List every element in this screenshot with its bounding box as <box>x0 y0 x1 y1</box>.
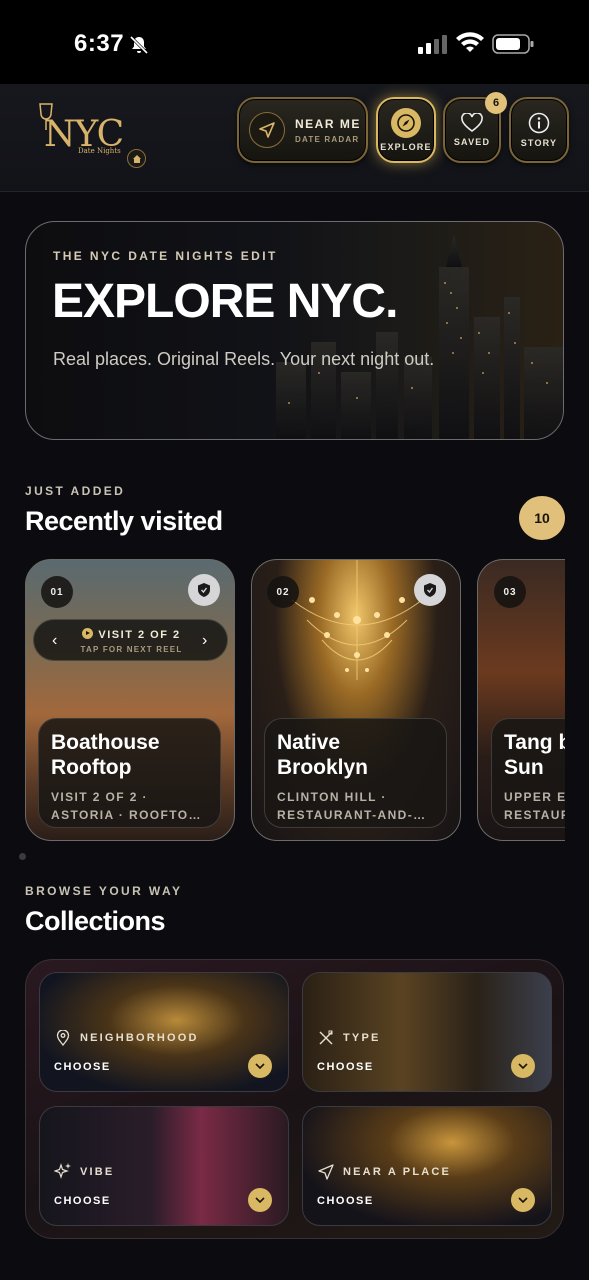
tile-action: CHOOSE <box>317 1061 374 1073</box>
navigation-icon <box>318 1164 334 1180</box>
tile-action: CHOOSE <box>317 1195 374 1207</box>
tile-action: CHOOSE <box>54 1061 111 1073</box>
battery-icon <box>492 34 534 54</box>
card-title: Tang b Sun <box>504 730 565 780</box>
card-meta: VISIT 2 OF 2 · ASTORIA · ROOFTO… <box>51 788 202 824</box>
card-title: Boathouse Rooftop <box>51 730 160 780</box>
chevron-down-icon[interactable] <box>248 1054 272 1078</box>
home-icon <box>132 154 141 163</box>
status-time: 6:37 <box>74 30 125 57</box>
card-meta-line1: CLINTON HILL · <box>277 790 387 804</box>
hero-title: EXPLORE NYC. <box>52 275 398 328</box>
collection-tile-type[interactable]: TYPE CHOOSE <box>302 972 552 1092</box>
card-meta-line2: ASTORIA · ROOFTO… <box>51 808 202 822</box>
shield-check-icon <box>198 583 210 597</box>
home-button[interactable] <box>127 149 146 168</box>
collections-title: Collections <box>25 906 166 936</box>
card-meta: CLINTON HILL · RESTAURANT-AND-… <box>277 788 427 824</box>
card-info-panel: Native Brooklyn CLINTON HILL · RESTAURAN… <box>264 718 447 828</box>
card-title-line1: Tang b <box>504 731 565 754</box>
card-meta: UPPER E RESTAUR <box>504 788 565 824</box>
story-button[interactable]: STORY <box>509 97 569 163</box>
card-title-line2: Sun <box>504 756 544 779</box>
shield-check-icon <box>424 583 436 597</box>
visit-pill-hint: TAP FOR NEXT REEL <box>80 645 183 654</box>
explore-button[interactable]: EXPLORE <box>376 97 436 163</box>
pin-icon <box>56 1030 70 1046</box>
near-me-icon-circle <box>249 112 285 148</box>
card-meta-line1: VISIT 2 OF 2 · <box>51 790 148 804</box>
place-card-tang-sun[interactable]: 03 Tang b Sun UPPER E RESTAUR <box>477 559 565 841</box>
card-number: 03 <box>494 576 526 608</box>
signal-icon <box>418 35 447 54</box>
card-meta-line2: RESTAURANT-AND-… <box>277 808 427 822</box>
card-title-line1: Native <box>277 731 341 754</box>
near-me-title: NEAR ME <box>295 116 361 131</box>
utensils-icon <box>319 1030 333 1045</box>
card-title-line2: Brooklyn <box>277 756 369 779</box>
logo-subtitle: Date Nights <box>78 147 121 155</box>
collection-tile-neighborhood[interactable]: NEIGHBORHOOD CHOOSE <box>39 972 289 1092</box>
hero-kicker: THE NYC DATE NIGHTS EDIT <box>53 249 278 263</box>
saved-label: SAVED <box>453 137 491 147</box>
visit-pill-label: VISIT 2 OF 2 <box>98 629 181 641</box>
saved-count-badge: 6 <box>485 92 507 114</box>
info-icon <box>528 112 550 134</box>
collections-kicker: BROWSE YOUR WAY <box>25 884 183 898</box>
carousel-indicator <box>19 853 26 860</box>
heart-icon <box>461 113 483 132</box>
compass-icon <box>397 114 415 132</box>
card-meta-line1: UPPER E <box>504 790 565 804</box>
near-me-subtitle: DATE RADAR <box>295 134 360 144</box>
tile-label: TYPE <box>343 1032 381 1044</box>
card-title: Native Brooklyn <box>277 730 368 780</box>
card-number: 01 <box>41 576 73 608</box>
chevron-right-icon[interactable]: › <box>202 632 207 650</box>
chevron-down-icon[interactable] <box>248 1188 272 1212</box>
card-info-panel: Boathouse Rooftop VISIT 2 OF 2 · ASTORIA… <box>38 718 221 828</box>
card-title-line2: Rooftop <box>51 756 132 779</box>
bell-muted-icon <box>129 35 149 55</box>
chevron-down-icon[interactable] <box>511 1054 535 1078</box>
collection-tile-near-a-place[interactable]: NEAR A PLACE CHOOSE <box>302 1106 552 1226</box>
play-icon <box>82 628 94 639</box>
tile-label: NEAR A PLACE <box>343 1166 452 1178</box>
visit-pill-row: VISIT 2 OF 2 <box>34 628 229 641</box>
chevron-down-icon[interactable] <box>511 1188 535 1212</box>
card-number: 02 <box>267 576 299 608</box>
recent-title: Recently visited <box>25 506 223 536</box>
hero-subtitle: Real places. Original Reels. Your next n… <box>53 349 435 369</box>
collection-tile-vibe[interactable]: VIBE CHOOSE <box>39 1106 289 1226</box>
card-title-line1: Boathouse <box>51 731 160 754</box>
verified-button[interactable] <box>414 574 446 606</box>
card-meta-line2: RESTAUR <box>504 808 565 822</box>
tile-action: CHOOSE <box>54 1195 111 1207</box>
verified-button[interactable] <box>188 574 220 606</box>
card-info-panel: Tang b Sun UPPER E RESTAUR <box>491 718 565 828</box>
navigation-arrow-icon <box>259 122 275 138</box>
tile-label: NEIGHBORHOOD <box>80 1032 199 1044</box>
sparkles-icon <box>54 1163 71 1179</box>
recent-kicker: JUST ADDED <box>25 484 126 498</box>
near-me-button[interactable]: NEAR ME DATE RADAR <box>237 97 368 163</box>
explore-label: EXPLORE <box>380 142 432 152</box>
recent-count-badge: 10 <box>519 496 565 540</box>
visit-switcher[interactable]: ‹ VISIT 2 OF 2 TAP FOR NEXT REEL › <box>33 619 228 661</box>
wifi-icon <box>456 32 484 52</box>
explore-icon-ring <box>391 108 421 138</box>
tile-label: VIBE <box>80 1166 115 1178</box>
story-label: STORY <box>520 138 558 148</box>
